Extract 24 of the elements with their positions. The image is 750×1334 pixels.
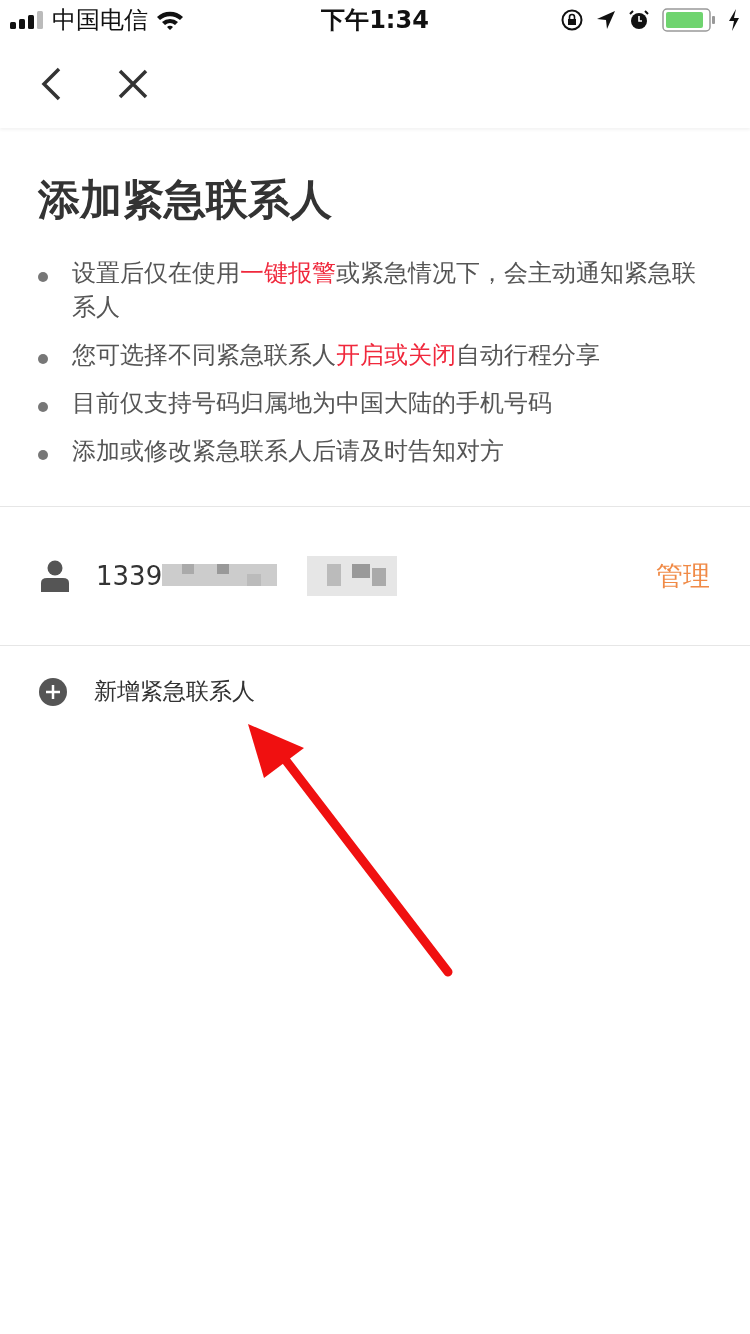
page-title: 添加紧急联系人 [38,174,333,226]
carrier-name: 中国电信 [52,5,148,36]
add-contact-button[interactable]: 新增紧急联系人 [38,676,255,707]
close-icon [118,69,148,99]
alarm-icon [628,9,650,31]
charging-icon [728,9,740,31]
phone-number: 1339 [96,561,163,591]
back-icon [40,67,62,101]
person-icon [40,560,70,592]
battery-icon [662,8,716,32]
note-text: 目前仅支持号码归属地为中国大陆的手机号码 [72,388,552,419]
status-time: 下午1:34 [321,5,429,36]
bullet-icon [38,450,48,460]
location-icon [596,10,616,30]
signal-icon [10,11,44,29]
plus-icon [38,676,68,707]
bullet-icon [38,402,48,412]
wifi-icon [156,10,184,30]
bullet-icon [38,354,48,364]
note-text: 设置后仅在使用一键报警或紧急情况下，会主动通知紧急联系人 [72,258,697,323]
bullet-icon [38,272,48,282]
note-text: 添加或修改紧急联系人后请及时告知对方 [72,436,504,467]
rotation-lock-icon [560,8,584,32]
note-text: 您可选择不同紧急联系人开启或关闭 自动行程分享 [72,340,600,371]
